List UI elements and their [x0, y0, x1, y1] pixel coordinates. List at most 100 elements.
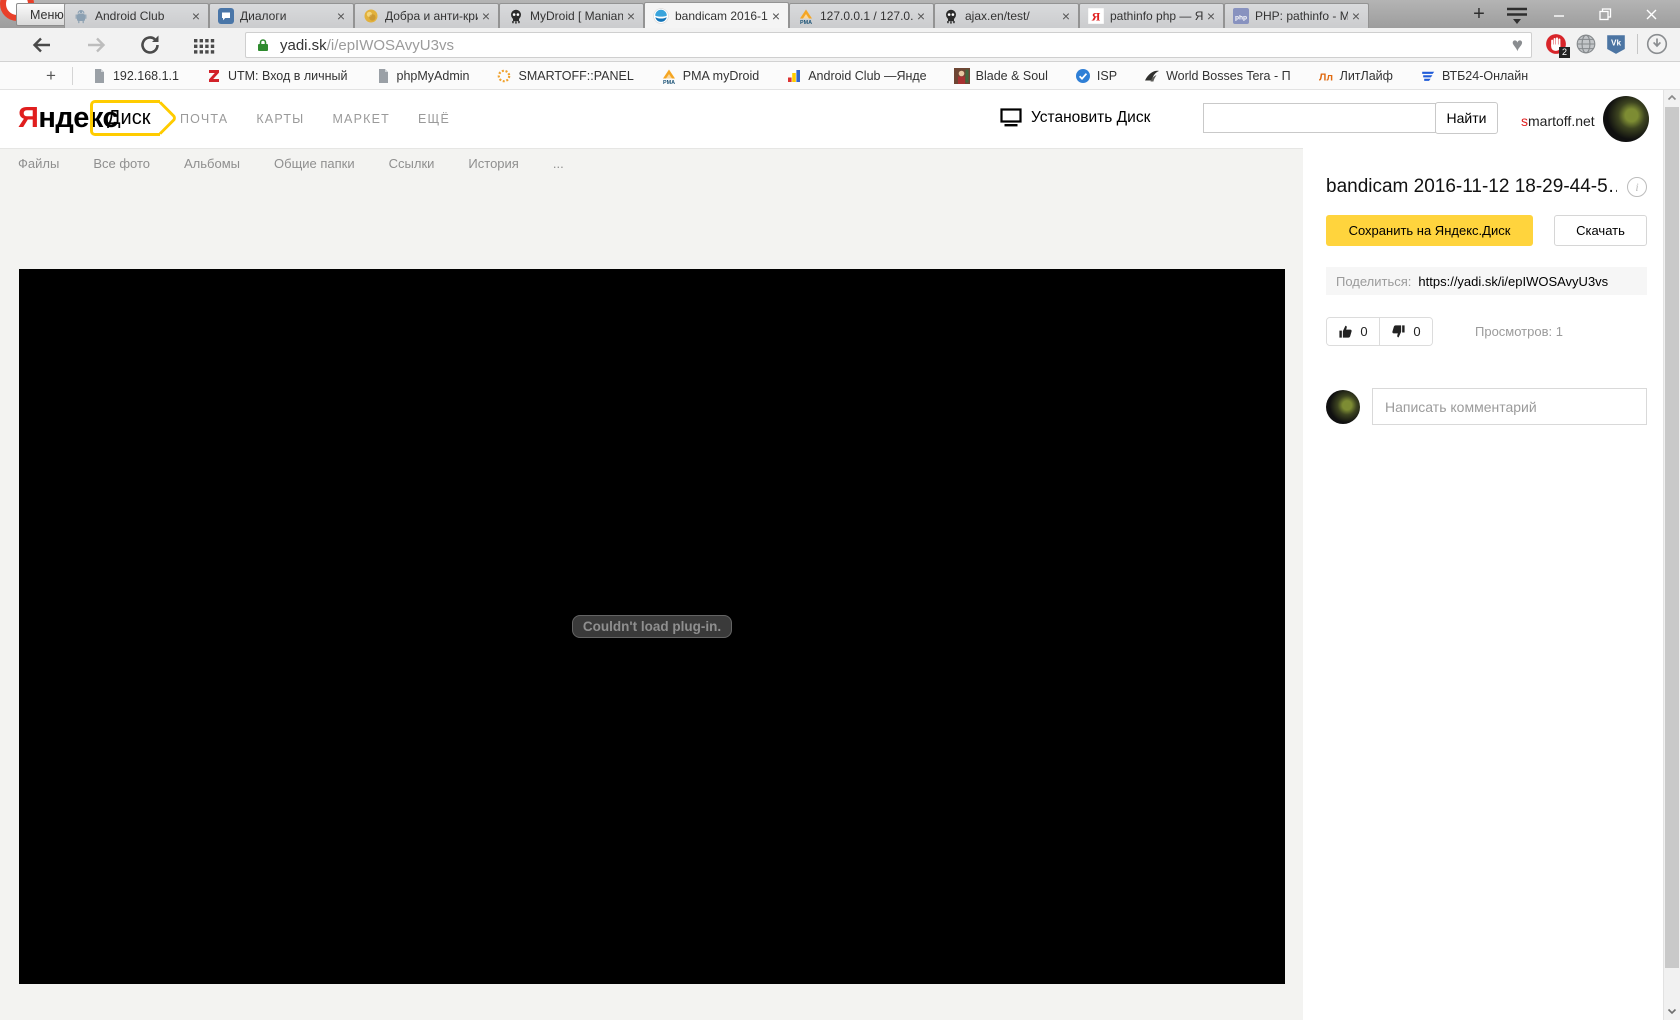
views-counter: Просмотров: 1 — [1475, 324, 1563, 339]
add-bookmark-icon[interactable]: + — [46, 66, 56, 86]
tab-close-icon[interactable]: × — [623, 8, 639, 24]
like-button[interactable]: 0 — [1327, 318, 1379, 345]
bookmark-item[interactable]: 192.168.1.1 — [91, 68, 179, 84]
browser-tab[interactable]: ajax.en/test/ × — [934, 3, 1079, 28]
dislike-button[interactable]: 0 — [1379, 318, 1432, 345]
browser-tab[interactable]: Android Club × — [64, 3, 209, 28]
bookmark-label: phpMyAdmin — [396, 68, 470, 83]
save-to-disk-button[interactable]: Сохранить на Яндекс.Диск — [1326, 215, 1533, 246]
search-button[interactable]: Найти — [1435, 102, 1498, 134]
disk-service-tab[interactable]: Диск — [90, 100, 161, 136]
bookmark-heart-icon[interactable]: ♥ — [1512, 35, 1523, 57]
search-input[interactable] — [1203, 103, 1436, 133]
service-nav-item[interactable]: ПОЧТА — [180, 112, 228, 126]
svg-text:php: php — [1235, 14, 1247, 21]
disk-tab[interactable]: ... — [553, 156, 564, 171]
ssl-lock-icon[interactable] — [256, 38, 270, 52]
plugin-error-message: Couldn't load plug-in. — [571, 615, 733, 638]
bookmark-item[interactable]: ISP — [1075, 68, 1117, 84]
tab-close-icon[interactable]: × — [333, 8, 349, 24]
proxy-globe-icon[interactable] — [1575, 33, 1597, 55]
chart-icon — [786, 68, 802, 84]
tab-close-icon[interactable]: × — [768, 8, 784, 24]
tab-title: pathinfo php — Ян — [1110, 9, 1203, 23]
tab-strip: Android Club × Диалоги × Добра и анти-криз × M… — [64, 2, 1369, 28]
svg-text:Лл: Лл — [1319, 71, 1333, 83]
utm-icon — [206, 68, 222, 84]
disk-tab[interactable]: Все фото — [93, 156, 150, 171]
tab-close-icon[interactable]: × — [188, 8, 204, 24]
pma-icon: PMA — [798, 8, 814, 24]
browser-tab-active[interactable]: bandicam 2016-11- × — [644, 2, 789, 28]
service-nav-item[interactable]: МАРКЕТ — [332, 112, 390, 126]
bookmark-item[interactable]: Blade & Soul — [953, 67, 1048, 84]
bookmark-label: Android Club —Янде — [808, 68, 927, 83]
disk-tab[interactable]: Общие папки — [274, 156, 355, 171]
tab-title: MyDroid [ Manian — [530, 9, 623, 23]
new-tab-button[interactable]: + — [1466, 2, 1492, 26]
minimize-button[interactable] — [1536, 0, 1582, 28]
bookmark-label: World Bosses Tera - П — [1166, 68, 1291, 83]
bookmark-item[interactable]: UTM: Вход в личный — [206, 68, 348, 84]
download-button[interactable]: Скачать — [1554, 215, 1647, 246]
username[interactable]: smartoff.net — [1521, 113, 1595, 129]
share-url[interactable]: https://yadi.sk/i/epIWOSAvyU3vs — [1418, 274, 1608, 289]
reload-icon[interactable] — [138, 33, 162, 57]
browser-tab[interactable]: Яpathinfo php — Ян × — [1079, 3, 1224, 28]
tab-close-icon[interactable]: × — [1203, 8, 1219, 24]
bookmarks-separator — [71, 66, 73, 85]
url-text: yadi.sk/i/epIWOSAvyU3vs — [280, 36, 454, 54]
browser-tab[interactable]: php PHP: pathinfo - Ma × — [1224, 3, 1369, 28]
tab-close-icon[interactable]: × — [913, 8, 929, 24]
browser-tab[interactable]: MyDroid [ Manian × — [499, 3, 644, 28]
user-avatar[interactable] — [1603, 96, 1649, 142]
isp-icon — [1075, 68, 1091, 84]
forward-icon[interactable] — [84, 33, 108, 57]
adblock-icon[interactable]: 2 — [1545, 33, 1570, 58]
tab-close-icon[interactable]: × — [478, 8, 494, 24]
back-icon[interactable] — [30, 33, 54, 57]
comment-input[interactable] — [1372, 388, 1647, 425]
bookmark-item[interactable]: Лл ЛитЛайф — [1318, 68, 1393, 84]
disk-tab[interactable]: История — [468, 156, 518, 171]
install-disk-link[interactable]: Установить Диск — [1000, 108, 1150, 127]
speed-dial-icon[interactable] — [192, 33, 216, 57]
scroll-up-icon[interactable] — [1664, 90, 1680, 106]
service-nav-item[interactable]: ЕЩЁ — [418, 112, 450, 126]
tab-close-icon[interactable]: × — [1348, 8, 1364, 24]
bookmark-item[interactable]: phpMyAdmin — [375, 68, 470, 84]
browser-tab[interactable]: PMA 127.0.0.1 / 127.0.0.1× — [789, 3, 934, 28]
browser-tab[interactable]: Добра и анти-криз × — [354, 3, 499, 28]
scroll-down-icon[interactable] — [1664, 1003, 1680, 1019]
bookmark-label: UTM: Вход в личный — [227, 68, 348, 83]
skull-icon — [508, 8, 524, 24]
disk-tab[interactable]: Альбомы — [184, 156, 240, 171]
restore-button[interactable] — [1582, 0, 1628, 28]
video-player[interactable]: Couldn't load plug-in. — [19, 269, 1285, 984]
bookmark-item[interactable]: PMA PMA myDroid — [661, 68, 759, 84]
yandex-header: Яндекс Диск ПОЧТА КАРТЫ МАРКЕТ ЕЩЁ Установи… — [0, 90, 1663, 148]
bookmark-item[interactable]: World Bosses Tera - П — [1144, 68, 1291, 84]
service-nav-item[interactable]: КАРТЫ — [256, 112, 304, 126]
tab-title: Диалоги — [240, 9, 287, 23]
adblock-badge: 2 — [1558, 47, 1570, 58]
close-button[interactable] — [1628, 0, 1674, 28]
vk-extension-icon[interactable]: Vk — [1605, 33, 1627, 55]
disk-tab[interactable]: Файлы — [18, 156, 59, 171]
yadisk-icon — [653, 7, 669, 24]
info-icon[interactable]: i — [1627, 177, 1647, 197]
page-icon — [91, 68, 107, 84]
page-scrollbar[interactable] — [1663, 90, 1680, 1020]
android-icon — [73, 8, 89, 24]
tab-close-icon[interactable]: × — [1058, 8, 1074, 24]
tab-menu-icon[interactable] — [1504, 4, 1530, 26]
scrollbar-thumb[interactable] — [1665, 107, 1679, 968]
address-bar[interactable]: yadi.sk/i/epIWOSAvyU3vs ♥ — [245, 32, 1532, 58]
bookmark-item[interactable]: Android Club —Янде — [786, 68, 927, 84]
disk-tab[interactable]: Ссылки — [389, 156, 435, 171]
bookmark-item[interactable]: SMARTOFF::PANEL — [496, 68, 634, 84]
bookmark-item[interactable]: ВТБ24-Онлайн — [1420, 68, 1528, 84]
browser-tab[interactable]: Диалоги × — [209, 3, 354, 28]
bookmark-label: Blade & Soul — [975, 68, 1048, 83]
downloads-icon[interactable] — [1646, 33, 1668, 55]
